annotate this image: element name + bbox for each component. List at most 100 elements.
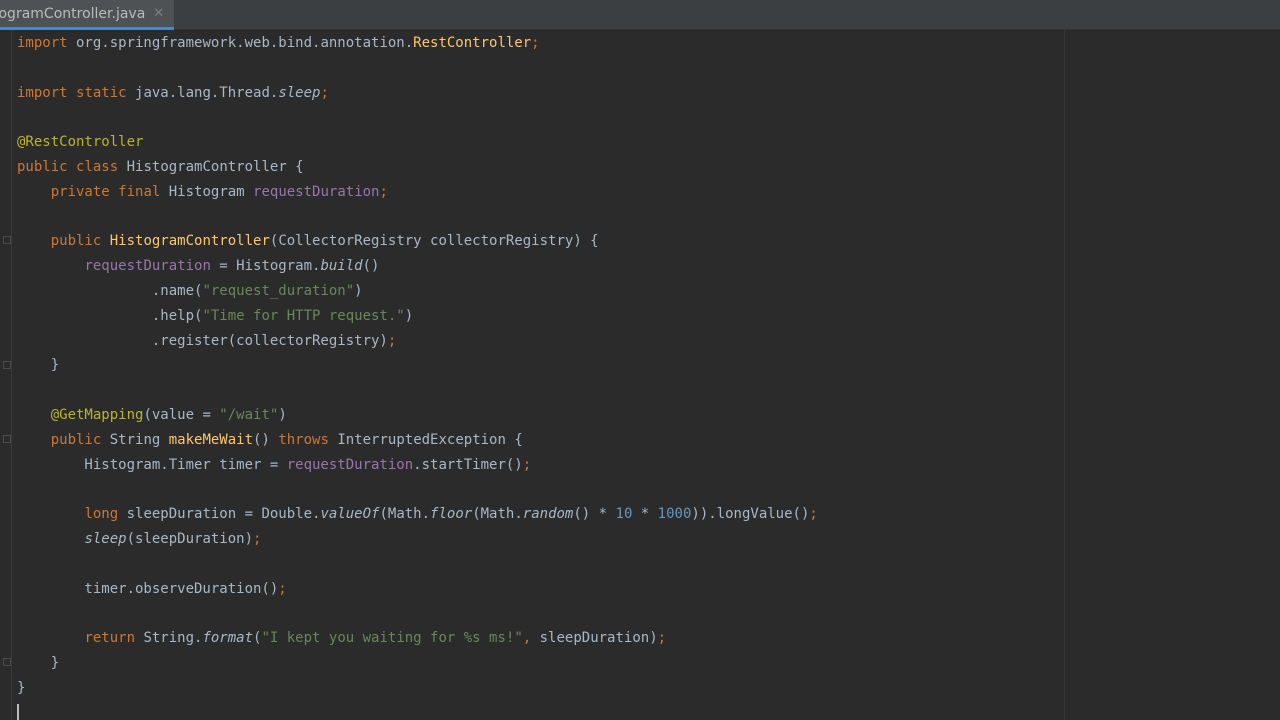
code-token: throws	[278, 431, 329, 448]
code-token: )	[278, 406, 287, 423]
code-token: ;	[522, 456, 532, 473]
code-line[interactable]: public HistogramController(CollectorRegi…	[17, 229, 818, 254]
code-token: valueOf	[320, 506, 380, 523]
code-line[interactable]	[17, 601, 818, 626]
code-token: .name(	[17, 282, 203, 299]
code-token: ;	[253, 530, 262, 547]
code-line[interactable]	[17, 56, 818, 81]
code-line[interactable]: return String.format("I kept you waiting…	[17, 626, 818, 651]
code-token: ()	[362, 258, 380, 275]
code-token: requestDuration	[84, 258, 211, 275]
code-token: random	[522, 506, 574, 523]
code-token: (CollectorRegistry collectorRegistry) {	[269, 233, 599, 250]
code-token: ;	[657, 630, 667, 647]
code-token: HistogramController	[109, 233, 270, 250]
code-line[interactable]: .register(collectorRegistry);	[17, 329, 818, 354]
code-token: = Histogram.	[210, 258, 321, 275]
fold-marker-icon[interactable]	[3, 236, 11, 244]
code-line[interactable]: sleep(sleepDuration);	[17, 527, 818, 552]
code-line[interactable]: long sleepDuration = Double.valueOf(Math…	[17, 502, 817, 527]
code-token: Histogram.Timer timer =	[17, 456, 287, 473]
code-token: )	[404, 307, 414, 324]
code-token: ;	[379, 183, 388, 200]
code-line[interactable]: timer.observeDuration();	[17, 577, 818, 602]
code-line[interactable]: private final Histogram requestDuration;	[17, 180, 818, 205]
code-token: .register(collectorRegistry)	[17, 332, 388, 349]
code-token: sleepDuration)	[539, 630, 658, 647]
code-token: import	[17, 35, 68, 51]
code-token: "request_duration"	[202, 282, 355, 299]
code-token: String	[101, 431, 169, 448]
fold-marker-icon[interactable]	[3, 435, 11, 443]
code-line[interactable]: Histogram.Timer timer = requestDuration.…	[17, 453, 818, 478]
code-token: "Time for HTTP request."	[202, 307, 405, 324]
code-token: build	[320, 258, 363, 275]
code-token: 10	[615, 506, 633, 523]
code-line[interactable]	[17, 477, 818, 502]
code-line[interactable]: }	[17, 676, 818, 701]
code-token: (Math.	[472, 506, 523, 523]
right-margin-guide	[1064, 30, 1065, 720]
code-line[interactable]: public class HistogramController {	[17, 155, 818, 180]
code-token: }	[17, 679, 26, 696]
code-line[interactable]: }	[17, 651, 818, 676]
code-line[interactable]: .name("request_duration")	[17, 279, 818, 304]
code-line[interactable]	[17, 105, 818, 130]
code-token: public	[50, 431, 102, 448]
code-token: requestDuration	[253, 183, 380, 200]
code-token: return	[84, 630, 136, 647]
code-token: }	[17, 357, 60, 374]
code-token: ;	[278, 580, 287, 597]
code-line[interactable]: @GetMapping(value = "/wait")	[17, 403, 818, 428]
text-caret	[17, 704, 19, 720]
editor-tab-bar: togramController.java ✕	[0, 0, 1280, 30]
code-line[interactable]: @RestController	[17, 130, 818, 155]
code-token: .startTimer()	[413, 456, 523, 473]
code-line[interactable]: import static java.lang.Thread.sleep;	[17, 81, 818, 106]
code-line[interactable]: }	[17, 353, 818, 378]
code-token: final	[118, 183, 161, 200]
code-token: (sleepDuration)	[126, 530, 254, 547]
code-editor[interactable]: import org.springframework.web.bind.anno…	[0, 30, 1280, 720]
code-line[interactable]	[17, 205, 818, 230]
code-line[interactable]: requestDuration = Histogram.build()	[17, 254, 818, 279]
code-line[interactable]: public String makeMeWait() throws Interr…	[17, 428, 818, 453]
code-token: import	[17, 84, 68, 101]
code-token: ,	[522, 630, 540, 647]
code-token: sleep	[278, 84, 321, 101]
code-token: org.springframework.web.bind.annotation.	[67, 35, 414, 51]
fold-marker-icon[interactable]	[3, 361, 11, 369]
code-token: @RestController	[17, 134, 144, 151]
code-token: class	[76, 158, 119, 175]
code-token: format	[202, 630, 254, 647]
code-token: sleep	[84, 530, 127, 547]
code-token: @GetMapping	[50, 406, 144, 423]
code-token: java.lang.Thread.	[126, 84, 279, 101]
code-line[interactable]	[17, 378, 818, 403]
code-line[interactable]: .help("Time for HTTP request.")	[17, 304, 818, 329]
code-token: public	[50, 233, 102, 250]
code-token: floor	[430, 506, 473, 523]
code-token: requestDuration	[286, 456, 414, 473]
code-line[interactable]	[17, 552, 818, 577]
code-content[interactable]: import org.springframework.web.bind.anno…	[17, 31, 818, 701]
fold-marker-icon[interactable]	[3, 658, 11, 666]
tab-histogram-controller[interactable]: togramController.java ✕	[0, 0, 175, 30]
code-token: RestController	[413, 35, 532, 51]
code-token: public	[17, 158, 68, 175]
code-token: *	[632, 506, 658, 523]
code-token: 1000	[657, 506, 692, 523]
close-icon[interactable]: ✕	[153, 6, 164, 21]
code-token: InterruptedException {	[328, 431, 523, 448]
code-token: static	[76, 84, 127, 101]
code-line[interactable]: import org.springframework.web.bind.anno…	[17, 31, 818, 56]
